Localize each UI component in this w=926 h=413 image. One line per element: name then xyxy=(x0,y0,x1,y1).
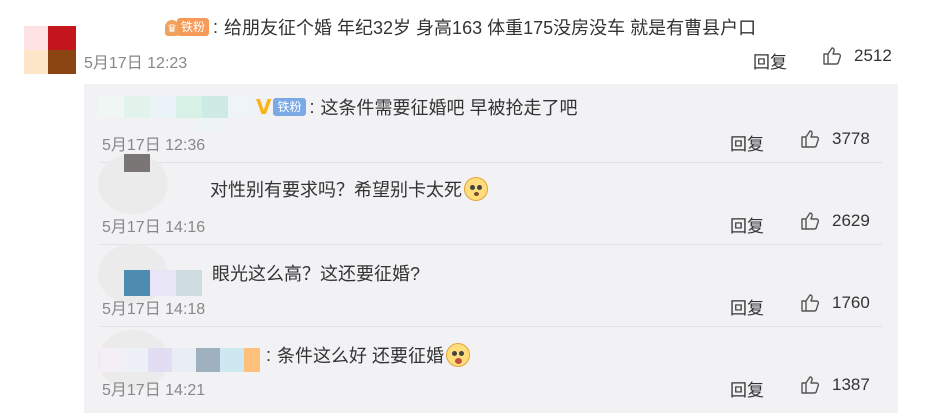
like-count: 1387 xyxy=(832,375,870,394)
surprised-face-emoji-icon xyxy=(446,343,471,367)
reply3-reply-button[interactable]: 回复 xyxy=(730,294,764,319)
reply2-username-mosaic[interactable] xyxy=(124,154,150,172)
like-count: 1760 xyxy=(832,293,870,312)
reply1-time: 5月17日 12:36 xyxy=(102,137,206,154)
reply3-text-line: 眼光这么高？这还要征婚? xyxy=(212,260,420,286)
thumbs-up-icon xyxy=(823,47,842,65)
fan-badge: 铁粉 xyxy=(177,18,210,36)
thumbs-up-icon xyxy=(801,212,820,230)
colon: : xyxy=(213,16,219,37)
reply4-text-line: : 条件这么好 还要征婚 xyxy=(264,342,471,368)
like-count: 3778 xyxy=(832,129,870,148)
like-count: 2629 xyxy=(832,211,870,230)
main-comment-avatar[interactable] xyxy=(24,26,76,74)
reply2-time: 5月17日 14:16 xyxy=(102,219,206,236)
reply1-reply-button[interactable]: 回复 xyxy=(730,130,764,155)
like-count: 2512 xyxy=(854,46,892,65)
reply3-text: 眼光这么高？这还要征婚? xyxy=(212,264,421,284)
main-comment-time: 5月17日 12:23 xyxy=(84,55,188,72)
divider xyxy=(100,162,882,163)
main-like-button[interactable]: 2512 xyxy=(822,46,892,66)
thumbs-up-icon xyxy=(801,376,820,394)
colon: : xyxy=(309,96,315,117)
divider xyxy=(100,244,882,245)
dog-face-emoji-icon xyxy=(464,177,488,201)
reply1-avatar-mosaic xyxy=(196,118,222,132)
crown-badge-icon: ♛ 铁粉 xyxy=(165,18,210,36)
reply4-reply-button[interactable]: 回复 xyxy=(730,376,764,401)
reply2-like-button[interactable]: 2629 xyxy=(800,211,870,231)
fan-badge: 铁粉 xyxy=(273,98,306,116)
reply4-username-mosaic[interactable] xyxy=(100,348,260,372)
divider xyxy=(100,326,882,327)
main-comment-text: 给朋友征个婚 年纪32岁 身高163 体重175没房没车 就是有曹县户口 xyxy=(224,18,757,38)
reply4-like-button[interactable]: 1387 xyxy=(800,375,870,395)
reply4-time: 5月17日 14:21 xyxy=(102,382,206,399)
reply3-username-mosaic[interactable] xyxy=(124,270,202,296)
reply2-reply-button[interactable]: 回复 xyxy=(730,212,764,237)
reply1-text: 这条件需要征婚吧 早被抢走了吧 xyxy=(320,98,578,118)
colon: : xyxy=(266,344,272,365)
replies-panel: V 铁粉 : 这条件需要征婚吧 早被抢走了吧 5月17日 12:36 回复 37… xyxy=(84,84,898,413)
reply1-like-button[interactable]: 3778 xyxy=(800,129,870,149)
thumbs-up-icon xyxy=(801,294,820,312)
thumbs-up-icon xyxy=(801,130,820,148)
main-reply-button[interactable]: 回复 xyxy=(753,48,787,73)
reply1-username-mosaic[interactable] xyxy=(98,96,254,118)
reply4-text: 条件这么好 还要征婚 xyxy=(277,346,445,366)
reply3-time: 5月17日 14:18 xyxy=(102,301,206,318)
v-verified-icon: V xyxy=(256,95,272,119)
reply1-text-line: V 铁粉 : 这条件需要征婚吧 早被抢走了吧 xyxy=(256,94,578,120)
main-comment-text-line: ♛ 铁粉 : 给朋友征个婚 年纪32岁 身高163 体重175没房没车 就是有曹… xyxy=(165,12,756,42)
reply2-text: 对性别有要求吗？希望别卡太死 xyxy=(210,180,462,200)
reply2-text-line: 对性别有要求吗？希望别卡太死 xyxy=(210,176,488,202)
reply3-like-button[interactable]: 1760 xyxy=(800,293,870,313)
